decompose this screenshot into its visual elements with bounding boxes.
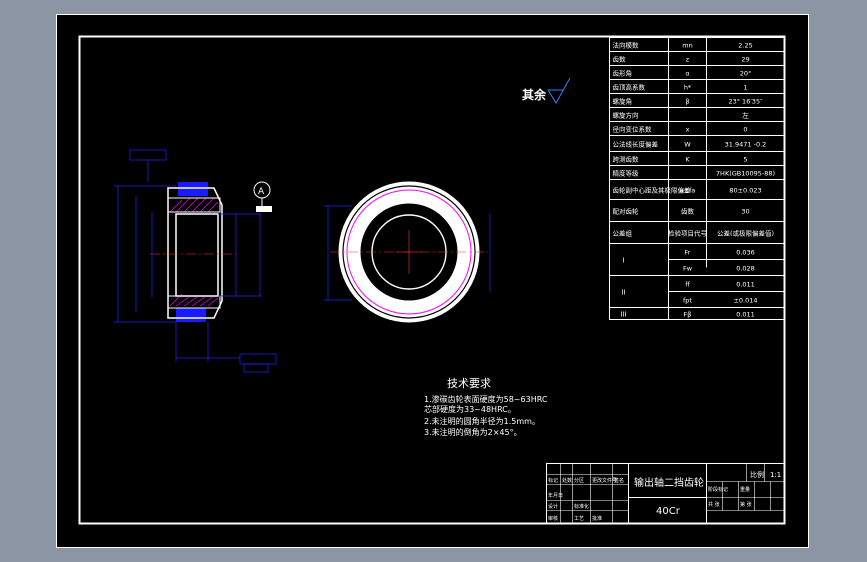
param-symbol: W	[684, 141, 691, 149]
title-block-cell: 批准	[592, 515, 602, 522]
param-value: 20°	[740, 70, 752, 78]
front-view	[324, 181, 491, 323]
tol-symbol: Fw	[683, 265, 693, 273]
param-name: 公法线长度偏差	[613, 140, 659, 149]
tol-symbol: Fr	[685, 249, 691, 257]
tech-line-1: 1.渗碳齿轮表面硬度为58~63HRC	[424, 394, 548, 404]
tol-group: II	[621, 289, 625, 297]
param-value: 0	[743, 126, 747, 134]
param-symbol: β	[685, 98, 689, 106]
tech-title: 技术要求	[447, 377, 491, 390]
title-block-cell: 工艺	[574, 516, 584, 522]
tol-value: 0.011	[736, 281, 755, 289]
param-value: 29	[741, 56, 749, 64]
tol-value: 0.036	[736, 249, 755, 257]
title-block-cell: 设计	[548, 503, 558, 510]
param-symbol: K	[685, 156, 690, 164]
param-name: 齿顶高系数	[613, 83, 646, 92]
param-name: 齿数	[613, 55, 627, 64]
param-name: 齿形角	[613, 69, 633, 78]
tech-line-4: 3.未注明的倒角为2×45°。	[424, 427, 522, 437]
param-symbol: z	[686, 56, 690, 64]
param-name: 法向模数	[613, 41, 640, 50]
param-name: 径向变位系数	[613, 125, 653, 134]
tol-group: III	[620, 311, 626, 319]
title-block-cell: 分区	[574, 477, 584, 484]
tech-line-2: 芯部硬度为33~48HRC。	[424, 404, 516, 414]
datum-label: A	[258, 187, 265, 197]
title-block-cell: 处数	[562, 477, 572, 484]
param-value: 5	[743, 156, 747, 164]
param-value: 23° 16′35″	[728, 98, 763, 106]
technical-requirements: 技术要求 1.渗碳齿轮表面硬度为58~63HRC 芯部硬度为33~48HRC。 …	[424, 377, 548, 437]
scale-label: 比例	[750, 470, 764, 479]
param-name: 跨测齿数	[613, 155, 640, 164]
title-block-cell: 重量	[740, 486, 750, 493]
param-name: 螺旋角	[613, 97, 633, 106]
drawing-canvas: 其余 A 技术要求 1.渗碳齿轮表面硬度为58~63HRC 芯部硬度为33~48…	[56, 14, 809, 548]
tol-value: 0.011	[736, 311, 755, 319]
tol-value: 0.028	[736, 265, 755, 273]
title-block-cell: 第 张	[740, 501, 752, 508]
param-symbol: x	[686, 126, 690, 134]
param-value: 80±0.023	[729, 187, 761, 195]
tol-symbol: fpt	[683, 297, 692, 305]
material: 40Cr	[656, 506, 681, 517]
tech-line-3: 2.未注明的圆角半径为1.5mm。	[424, 416, 540, 426]
section-view: A	[114, 149, 277, 373]
scale-value: 1:1	[770, 471, 781, 479]
param-symbol: h*	[684, 84, 692, 92]
param-value: 左	[742, 111, 749, 120]
param-name: 配对齿轮	[613, 207, 640, 216]
title-block-cell: 年月日	[548, 492, 563, 499]
title-block-cell: 阶段标记	[708, 486, 728, 493]
title-block-cell: 标准化	[574, 503, 589, 510]
param-value: 30	[741, 208, 749, 216]
param-value: 1	[743, 84, 747, 92]
param-value: 31.9471 -0.2	[725, 141, 767, 149]
param-symbol: 检验项目代号	[668, 229, 708, 238]
param-name: 公差组	[613, 229, 633, 238]
part-name: 输出轴二挡齿轮	[634, 476, 704, 489]
param-symbol: mn	[682, 42, 692, 50]
param-name: 精度等级	[613, 169, 640, 178]
title-block-cell: 签名	[614, 477, 624, 484]
param-value: 公差(或极限偏差值)	[717, 229, 774, 238]
roughness-note: 其余	[522, 87, 547, 102]
param-symbol: α	[685, 70, 689, 78]
title-block-cell: 标记	[548, 477, 558, 484]
param-value: 7HK(GB10095-88)	[716, 170, 775, 178]
param-symbol: 齿数	[681, 207, 695, 216]
title-block-cell: 共 张	[708, 501, 720, 508]
tol-symbol: Fβ	[684, 311, 692, 319]
tol-symbol: ff	[685, 281, 690, 289]
title-block-cell: 审核	[548, 515, 558, 522]
tol-value: ±0.014	[733, 297, 757, 305]
param-name: 螺旋方向	[613, 111, 639, 120]
tol-group: I	[622, 257, 624, 265]
param-symbol: a±fa	[680, 187, 696, 195]
param-value: 2.25	[738, 42, 752, 50]
parameter-table	[609, 37, 785, 320]
